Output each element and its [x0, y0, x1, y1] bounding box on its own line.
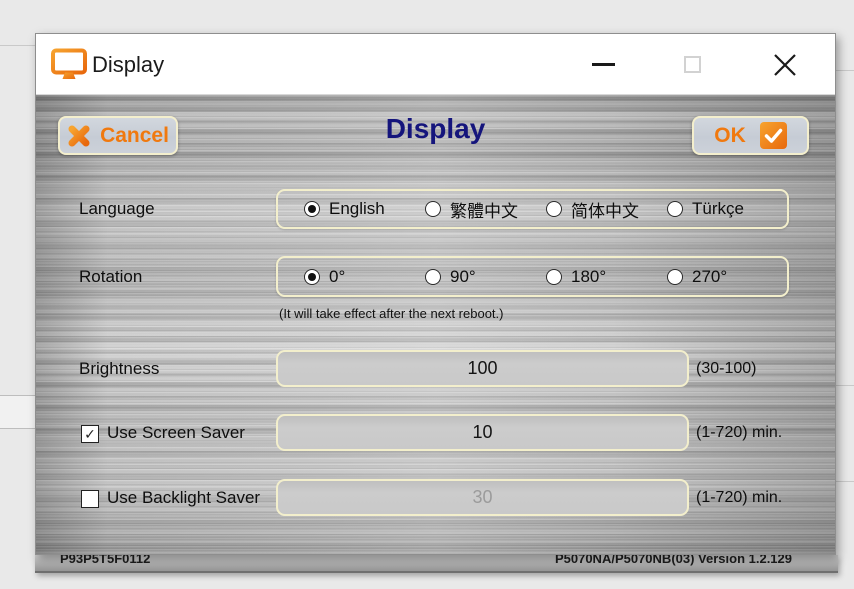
- radio-label: 270°: [692, 267, 727, 287]
- brightness-input[interactable]: [276, 350, 689, 387]
- background-window-edge: [836, 70, 854, 71]
- radio-icon: [304, 269, 320, 285]
- radio-icon: [304, 201, 320, 217]
- maximize-icon: [684, 56, 701, 73]
- ok-button-label: OK: [714, 124, 746, 148]
- dialog-body: Cancel Display OK Language English: [36, 95, 835, 554]
- ok-check-icon: [760, 122, 787, 149]
- screen-saver-range-hint: (1-720) min.: [696, 414, 782, 451]
- display-dialog: Display Cancel Display: [35, 33, 836, 555]
- radio-label: 0°: [329, 267, 345, 287]
- radio-label: 简体中文: [571, 197, 639, 222]
- screen-saver-checkbox[interactable]: ✓: [81, 425, 99, 443]
- minimize-icon: [592, 63, 615, 66]
- title-bar: Display: [36, 34, 835, 95]
- brightness-label: Brightness: [79, 350, 159, 387]
- radio-language-traditional-chinese[interactable]: 繁體中文: [425, 197, 546, 222]
- checkbox-check-icon: ✓: [84, 427, 96, 441]
- backlight-saver-range-hint: (1-720) min.: [696, 479, 782, 516]
- status-bar: P93P5T5F0112 P5070NA/P5070NB(03) Version…: [35, 555, 838, 573]
- radio-label: 繁體中文: [450, 197, 518, 222]
- radio-label: Türkçe: [692, 199, 744, 219]
- maximize-button[interactable]: [669, 34, 715, 95]
- rotation-radio-group: 0° 90° 180° 270°: [276, 256, 789, 297]
- backlight-saver-label: Use Backlight Saver: [107, 479, 260, 516]
- radio-icon: [546, 269, 562, 285]
- language-label: Language: [79, 189, 155, 229]
- rotation-reboot-note: (It will take effect after the next rebo…: [279, 306, 503, 321]
- radio-rotation-90[interactable]: 90°: [425, 267, 546, 287]
- ok-button[interactable]: OK: [692, 116, 809, 155]
- screen-saver-minutes-input[interactable]: [276, 414, 689, 451]
- radio-rotation-270[interactable]: 270°: [667, 267, 727, 287]
- backlight-saver-checkbox[interactable]: [81, 490, 99, 508]
- serial-number-text: P93P5T5F0112: [60, 555, 150, 566]
- close-icon: [772, 52, 798, 78]
- desktop: { "window": { "title": "Display" }, "hea…: [0, 0, 854, 589]
- language-radio-group: English 繁體中文 简体中文 Türkçe: [276, 189, 789, 229]
- background-window-edge: [0, 45, 35, 46]
- background-window-edge: [836, 481, 854, 482]
- close-button[interactable]: [762, 34, 808, 95]
- radio-language-english[interactable]: English: [304, 199, 425, 219]
- radio-label: 90°: [450, 267, 476, 287]
- version-text: P5070NA/P5070NB(03) Version 1.2.129: [555, 555, 792, 566]
- radio-icon: [425, 269, 441, 285]
- radio-icon: [425, 201, 441, 217]
- radio-language-turkish[interactable]: Türkçe: [667, 199, 744, 219]
- radio-icon: [546, 201, 562, 217]
- background-window-band: [0, 396, 35, 428]
- radio-rotation-0[interactable]: 0°: [304, 267, 425, 287]
- backlight-saver-minutes-input[interactable]: [276, 479, 689, 516]
- radio-icon: [667, 201, 683, 217]
- minimize-button[interactable]: [580, 34, 626, 95]
- brightness-range-hint: (30-100): [696, 350, 756, 387]
- radio-icon: [667, 269, 683, 285]
- background-window-edge: [836, 385, 854, 386]
- radio-language-simplified-chinese[interactable]: 简体中文: [546, 197, 667, 222]
- window-title: Display: [92, 34, 164, 95]
- screen-saver-label: Use Screen Saver: [107, 414, 245, 451]
- monitor-icon: [51, 48, 87, 86]
- rotation-label: Rotation: [79, 256, 142, 297]
- radio-label: English: [329, 199, 385, 219]
- background-window-edge: [0, 395, 35, 396]
- background-window-edge: [0, 428, 35, 429]
- radio-rotation-180[interactable]: 180°: [546, 267, 667, 287]
- radio-label: 180°: [571, 267, 606, 287]
